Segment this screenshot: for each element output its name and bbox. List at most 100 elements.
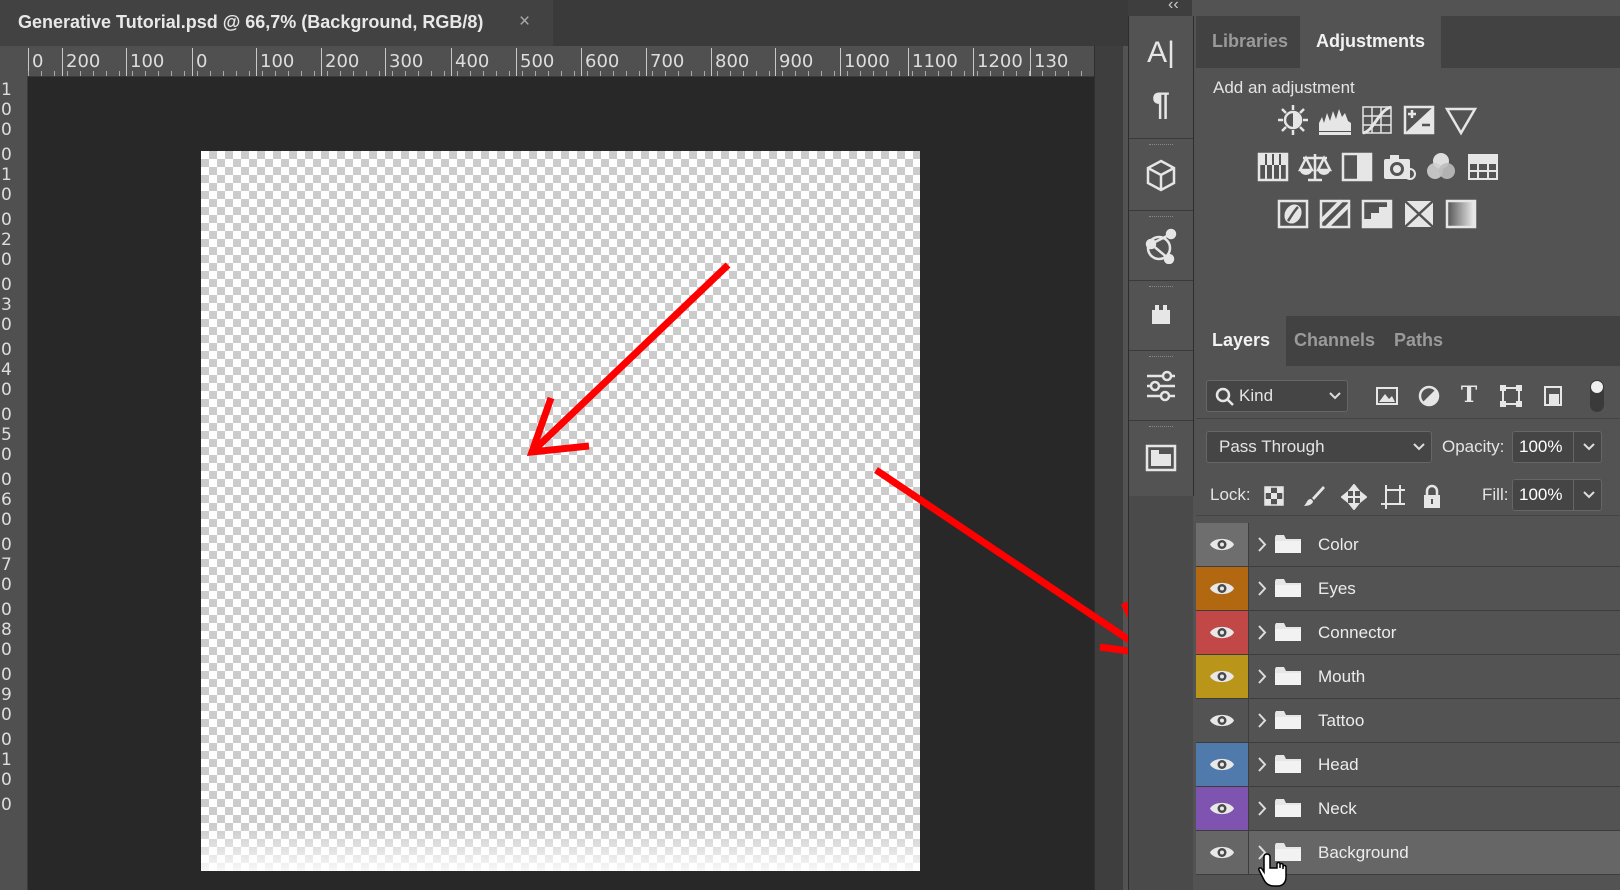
ruler-label: 5 xyxy=(1,425,12,445)
tab-libraries[interactable]: Libraries xyxy=(1196,16,1304,68)
lock-label: Lock: xyxy=(1210,485,1251,504)
3d-cube-icon[interactable] xyxy=(1129,158,1193,192)
visibility-eye-icon[interactable] xyxy=(1196,655,1249,698)
ruler-label: 1 xyxy=(1,80,12,100)
ruler-tick xyxy=(256,48,257,76)
filter-kind-select[interactable]: Kind xyxy=(1206,380,1348,412)
tab-layers[interactable]: Layers xyxy=(1196,316,1287,366)
chevron-right-icon[interactable] xyxy=(1254,655,1270,698)
visibility-eye-icon[interactable] xyxy=(1196,787,1249,830)
levels-icon[interactable] xyxy=(1318,103,1352,137)
chevron-right-icon[interactable] xyxy=(1254,699,1270,742)
posterize-icon[interactable] xyxy=(1318,197,1352,231)
share-network-icon[interactable] xyxy=(1129,228,1193,264)
shape-filter-icon[interactable] xyxy=(1498,383,1524,409)
chevron-right-icon[interactable] xyxy=(1254,787,1270,830)
pixel-filter-icon[interactable] xyxy=(1374,383,1400,409)
photo-filter-icon[interactable] xyxy=(1382,150,1416,184)
blend-mode-select[interactable]: Pass Through xyxy=(1206,431,1432,463)
layer-name: Eyes xyxy=(1318,579,1356,598)
paragraph-icon[interactable]: ¶ xyxy=(1129,86,1193,123)
ruler-tick xyxy=(192,48,193,76)
exposure-icon[interactable] xyxy=(1402,103,1436,137)
lock-image-icon[interactable] xyxy=(1302,484,1326,508)
ruler-tick xyxy=(126,48,127,76)
ruler-label: 0 xyxy=(1,185,12,205)
collapse-panels-icon[interactable]: ‹‹ xyxy=(1168,0,1179,14)
brightness-contrast-icon[interactable] xyxy=(1276,103,1310,137)
layer-row[interactable]: Mouth xyxy=(1196,655,1620,699)
ruler-label: 0 xyxy=(1,250,12,270)
tab-channels[interactable]: Channels xyxy=(1278,316,1391,366)
layer-row[interactable]: Connector xyxy=(1196,611,1620,655)
folder-icon xyxy=(1274,754,1302,774)
lock-position-icon[interactable] xyxy=(1341,484,1367,510)
tab-paths[interactable]: Paths xyxy=(1378,316,1459,366)
visibility-eye-icon[interactable] xyxy=(1196,567,1249,610)
threshold-icon[interactable] xyxy=(1360,197,1394,231)
hue-saturation-icon[interactable] xyxy=(1256,150,1290,184)
filter-toggle-knob xyxy=(1591,381,1603,393)
ruler-label: 900 xyxy=(779,51,814,72)
ruler-label: 800 xyxy=(715,51,750,72)
layer-row[interactable]: Color xyxy=(1196,523,1620,567)
ruler-label: 3 xyxy=(1,295,12,315)
ruler-tick xyxy=(840,48,841,76)
opacity-input[interactable]: 100% xyxy=(1512,431,1602,463)
folder-icon xyxy=(1274,578,1302,598)
lock-all-icon[interactable] xyxy=(1420,484,1444,510)
lock-transparent-icon[interactable] xyxy=(1262,484,1286,508)
fill-input[interactable]: 100% xyxy=(1512,479,1602,511)
layer-row[interactable]: Neck xyxy=(1196,787,1620,831)
document-canvas-transparent[interactable] xyxy=(201,151,920,871)
ruler-corner[interactable] xyxy=(0,46,28,76)
tab-adjustments[interactable]: Adjustments xyxy=(1300,16,1442,68)
black-white-icon[interactable] xyxy=(1340,150,1374,184)
color-lookup-icon[interactable] xyxy=(1466,150,1500,184)
visibility-eye-icon[interactable] xyxy=(1196,699,1249,742)
vertical-scrollbar[interactable] xyxy=(1094,46,1123,890)
visibility-eye-icon[interactable] xyxy=(1196,611,1249,654)
ruler-tick xyxy=(321,48,322,76)
layer-row[interactable]: Tattoo xyxy=(1196,699,1620,743)
layer-row[interactable]: Eyes xyxy=(1196,567,1620,611)
chevron-down-icon[interactable] xyxy=(1583,443,1595,451)
visibility-eye-icon[interactable] xyxy=(1196,743,1249,786)
folder-icon xyxy=(1274,710,1302,730)
divider xyxy=(1196,515,1620,516)
type-filter-icon[interactable]: T xyxy=(1456,382,1482,408)
selective-color-icon[interactable] xyxy=(1402,197,1436,231)
ruler-label: 1 xyxy=(1,750,12,770)
visibility-eye-icon[interactable] xyxy=(1196,523,1249,566)
document-tab[interactable]: Generative Tutorial.psd @ 66,7% (Backgro… xyxy=(0,0,553,46)
strip-group-type: A| ¶ xyxy=(1129,16,1193,139)
lock-artboard-icon[interactable] xyxy=(1380,484,1406,510)
properties-sliders-icon[interactable] xyxy=(1129,370,1193,402)
gradient-map-icon[interactable] xyxy=(1444,197,1478,231)
chevron-right-icon[interactable] xyxy=(1254,523,1270,566)
chevron-right-icon[interactable] xyxy=(1254,567,1270,610)
chevron-down-icon[interactable] xyxy=(1583,491,1595,499)
layer-name: Tattoo xyxy=(1318,711,1365,730)
vibrance-icon[interactable] xyxy=(1444,103,1478,137)
close-icon[interactable]: × xyxy=(519,11,530,33)
visibility-eye-icon[interactable] xyxy=(1196,831,1249,874)
curves-icon[interactable] xyxy=(1360,103,1394,137)
chevron-right-icon[interactable] xyxy=(1254,743,1270,786)
vertical-ruler[interactable]: 1000100200300400500600700800900100 xyxy=(0,76,28,890)
ruler-label: 0 xyxy=(1,535,12,555)
layer-row[interactable]: Head xyxy=(1196,743,1620,787)
plugins-icon[interactable] xyxy=(1129,302,1193,330)
smart-object-filter-icon[interactable] xyxy=(1540,383,1566,409)
layer-comps-icon[interactable] xyxy=(1129,440,1193,474)
ruler-tick xyxy=(516,48,517,76)
layer-name: Mouth xyxy=(1318,667,1366,686)
character-icon[interactable]: A| xyxy=(1129,36,1193,70)
horizontal-ruler[interactable]: 0 200 100 0 100 200 300 400 500 600 700 800 900 1000 1… xyxy=(28,46,1094,77)
color-balance-icon[interactable] xyxy=(1298,150,1332,184)
chevron-right-icon[interactable] xyxy=(1254,611,1270,654)
adjustment-filter-icon[interactable] xyxy=(1416,383,1442,409)
invert-icon[interactable] xyxy=(1276,197,1310,231)
ruler-label: 0 xyxy=(32,51,44,72)
channel-mixer-icon[interactable] xyxy=(1424,150,1458,184)
